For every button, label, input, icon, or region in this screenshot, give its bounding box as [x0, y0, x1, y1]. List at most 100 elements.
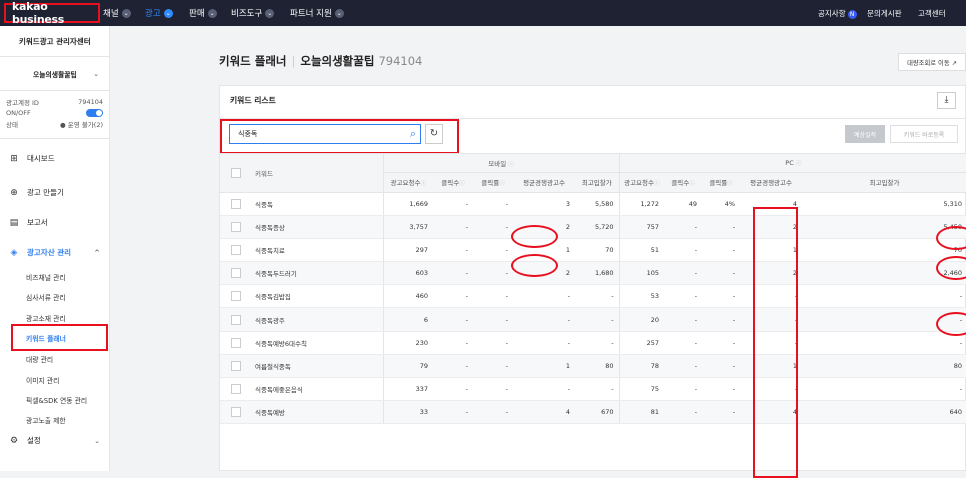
header-p-avg-competition[interactable]: 평균경쟁광고수 [740, 172, 803, 193]
inquiry-board-link[interactable]: 문의게시판 [867, 8, 902, 19]
nav-biz-tools[interactable]: 비즈도구 ⌄ [231, 7, 275, 19]
layers-icon: ◈ [10, 247, 18, 258]
keyword-list-panel: 키워드 리스트 ⤓ 식중독 ⌕ ↻ 예상실적 키워드 바로등록 키워드 모바일 ⓘ [219, 85, 966, 478]
account-name: 오늘의생활꿀팁 [33, 70, 77, 79]
sub-pixel-sdk[interactable]: 픽셀&SDK 연동 관리 [26, 395, 87, 405]
direct-register-button[interactable]: 키워드 바로등록 [890, 125, 958, 143]
table-row: 식중독증상 3,757- -2 5,720 757- -2 5,450 [220, 215, 966, 239]
sub-biz-channel[interactable]: 비즈채널 관리 [26, 272, 66, 282]
nav-ad[interactable]: 광고 ⌄ [145, 7, 173, 19]
header-m-avg-competition[interactable]: 평균경쟁광고수 [513, 172, 575, 193]
onoff-toggle[interactable] [86, 108, 103, 117]
mobile-max-bid-cell: 670 [575, 400, 620, 425]
header-p-clicks[interactable]: 클릭수ⓘ [664, 172, 703, 193]
sub-ad-exposure-limit[interactable]: 광고노출 제한 [26, 415, 66, 425]
select-all-checkbox[interactable] [231, 167, 241, 178]
info-icon[interactable]: ⓘ [796, 161, 802, 167]
menu-dashboard[interactable]: ⊞ 대시보드 [0, 153, 110, 164]
sub-review-docs[interactable]: 심사서류 관리 [26, 292, 66, 302]
row-checkbox[interactable] [231, 291, 241, 302]
pc-max-bid-cell: 640 [802, 400, 966, 425]
menu-settings[interactable]: ⚙ 설정 ⌄ [0, 435, 110, 446]
kakao-business-logo[interactable]: kakao business [4, 0, 100, 26]
search-highlight-box [220, 119, 459, 154]
row-checkbox[interactable] [231, 221, 241, 232]
menu-create-ad[interactable]: ⊕ 광고 만들기 [0, 187, 110, 198]
info-icon[interactable]: ⓘ [459, 181, 465, 187]
nav-partner-support[interactable]: 파트너 지원 ⌄ [290, 7, 344, 19]
row-checkbox[interactable] [231, 384, 241, 395]
top-navigation-bar: kakao business 채널 ⌄ 광고 ⌄ 판매 ⌄ 비즈도구 ⌄ 파트너 지원 ⌄… [0, 0, 966, 26]
download-icon[interactable]: ⤓ [937, 92, 956, 109]
account-selector[interactable]: 오늘의생활꿀팁 ⌄ [0, 57, 109, 91]
sidebar-title: 키워드광고 관리자센터 [0, 26, 109, 57]
keyword-cell: 식중독 [252, 192, 383, 216]
customer-center-link[interactable]: 고객센터 [918, 8, 946, 19]
account-id-row: 광고계정 ID 794104 [0, 96, 109, 107]
row-checkbox[interactable] [231, 360, 241, 371]
bulk-search-button[interactable]: 대량조회로 이동 ↗ [898, 53, 966, 71]
mobile-requests-cell: 3,757 [382, 215, 433, 239]
chevron-down-icon: ⌄ [334, 8, 344, 18]
header-p-max-bid[interactable]: 최고입찰가 [802, 172, 966, 193]
row-checkbox[interactable] [231, 198, 241, 209]
menu-asset-management[interactable]: ◈ 광고자산 관리 ^ [0, 247, 110, 258]
info-icon[interactable]: ⓘ [654, 181, 660, 187]
header-p-requests[interactable]: 광고요청수ⓘ [618, 172, 665, 193]
status-label: 상태 [6, 120, 18, 129]
info-icon[interactable]: ⓘ [727, 181, 733, 187]
sub-image-management[interactable]: 이미지 관리 [26, 375, 59, 385]
col-label: 클릭률 [481, 179, 500, 187]
sub-creatives[interactable]: 광고소재 관리 [26, 313, 66, 323]
header-m-ctr[interactable]: 클릭률ⓘ [473, 172, 513, 193]
pc-ctr-cell: - [702, 307, 741, 332]
panel-title: 키워드 리스트 [230, 96, 276, 105]
mobile-clicks-cell: - [433, 354, 473, 379]
table-row: 식중독에좋은음식 337- - - -75- - - - [220, 377, 966, 402]
row-checkbox-cell [220, 377, 252, 402]
sub-keyword-planner[interactable]: 키워드 플래너 [11, 324, 108, 351]
header-m-requests[interactable]: 광고요청수ⓘ [382, 172, 433, 193]
pc-ctr-cell: - [702, 284, 741, 309]
header-m-clicks[interactable]: 클릭수ⓘ [433, 172, 473, 193]
pc-ctr-cell: - [702, 354, 741, 379]
account-id-value: 794104 [78, 97, 103, 106]
header-keyword[interactable]: 키워드 [252, 154, 383, 193]
header-m-max-bid[interactable]: 최고입찰가 [575, 172, 620, 193]
nav-channel[interactable]: 채널 ⌄ [103, 7, 131, 19]
menu-report[interactable]: ▤ 보고서 [0, 217, 110, 228]
info-icon[interactable]: ⓘ [508, 162, 514, 168]
pc-requests-cell: 20 [618, 307, 665, 332]
mobile-max-bid-cell: 5,580 [575, 192, 620, 216]
info-icon[interactable]: ⓘ [689, 181, 695, 187]
keyword-cell: 식중독예방6대수칙 [252, 331, 383, 355]
row-checkbox[interactable] [231, 244, 241, 255]
notice-link[interactable]: 공지사항 N [818, 8, 857, 19]
mobile-requests-cell: 33 [382, 400, 433, 425]
new-badge: N [847, 10, 857, 19]
row-checkbox[interactable] [231, 314, 241, 325]
onoff-row: ON/OFF [0, 107, 109, 118]
mobile-clicks-cell: - [433, 307, 473, 332]
account-info: 광고계정 ID 794104 ON/OFF 상태 ● 운영 불가(2) [0, 91, 109, 139]
header-p-ctr[interactable]: 클릭률ⓘ [702, 172, 741, 193]
row-checkbox[interactable] [231, 268, 241, 279]
table-row: 식중독 1,669- -3 5,580 1,272 49 4% 4 5,310 [220, 192, 966, 216]
row-checkbox[interactable] [231, 337, 241, 348]
status-value: ● 운영 불가(2) [60, 120, 103, 129]
pc-clicks-cell: - [664, 238, 703, 263]
chevron-down-icon: ⌄ [121, 8, 131, 18]
row-checkbox[interactable] [231, 407, 241, 418]
pc-requests-cell: 75 [618, 377, 665, 402]
nav-sales[interactable]: 판매 ⌄ [189, 7, 217, 19]
mobile-requests-cell: 297 [382, 238, 433, 263]
info-icon[interactable]: ⓘ [499, 181, 505, 187]
pc-requests-cell: 51 [618, 238, 665, 263]
predict-performance-button[interactable]: 예상실적 [845, 125, 885, 143]
pc-ctr-cell: 4% [702, 192, 741, 216]
sub-bulk-management[interactable]: 대량 관리 [26, 354, 53, 364]
gear-icon: ⚙ [9, 435, 19, 446]
menu-label: 보고서 [27, 218, 48, 227]
info-icon[interactable]: ⓘ [420, 181, 426, 187]
row-checkbox-cell [220, 307, 252, 332]
